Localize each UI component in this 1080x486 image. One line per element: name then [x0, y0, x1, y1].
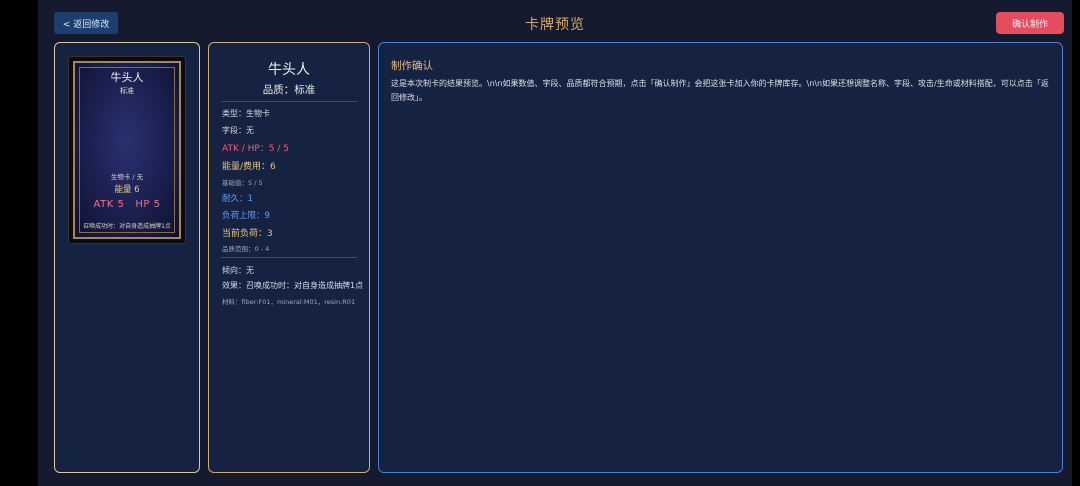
stats-type: 类型：生物卡	[222, 109, 270, 118]
card-type-line: 生物卡 / 无	[110, 173, 144, 181]
stats-quality-range: 品质范围：0 - 4	[222, 245, 270, 253]
stats-quality: 品质：标准	[262, 84, 316, 96]
confirm-description: 这是本次制卡的结果预览。\n\n如果数值、字段、品质都符合预期，点击「确认制作」…	[391, 79, 1049, 102]
stats-energy-cost: 能量/费用：6	[222, 162, 276, 172]
confirm-create-label: 确认制作	[1011, 19, 1048, 30]
stats-field: 字段：无	[222, 126, 254, 135]
card-atk-hp: ATK 5 HP 5	[93, 199, 161, 210]
card-quality: 标准	[120, 87, 134, 95]
stats-current-load: 当前负荷：3	[222, 229, 273, 239]
stats-effect: 效果：召唤成功时：对自身造成抽牌1点	[222, 281, 364, 290]
stats-materials: 材料：fiber:F01，mineral:M01，resin:R01	[222, 298, 356, 306]
card-name: 牛头人	[110, 71, 144, 84]
stats-divider-bottom	[221, 257, 357, 258]
stats-card-name: 牛头人	[268, 62, 310, 78]
confirm-create-button[interactable]: 确认制作	[996, 12, 1064, 34]
card-face: 牛头人 标准 生物卡 / 无 能量 6 ATK 5 HP 5 召唤成功时：对自身…	[73, 61, 181, 239]
stats-atk-hp: ATK / HP：5 / 5	[222, 144, 290, 154]
page-title: 卡牌预览	[525, 17, 585, 33]
card-energy: 能量 6	[114, 185, 140, 195]
card-stats-panel: 牛头人 品质：标准 类型：生物卡 字段：无 ATK / HP：5 / 5 能量/…	[208, 42, 370, 473]
stats-durability: 耐久：1	[222, 194, 253, 204]
card-preview-panel: 牛头人 标准 生物卡 / 无 能量 6 ATK 5 HP 5 召唤成功时：对自身…	[54, 42, 200, 473]
stats-base-value: 基础值：5 / 5	[222, 179, 263, 187]
stats-load-limit: 负荷上限：9	[222, 211, 270, 221]
card-effect: 召唤成功时：对自身造成抽牌1点	[83, 223, 171, 230]
app-window: < 返回修改 卡牌预览 确认制作 牛头人 标准 生物卡 / 无 能量 6 ATK…	[38, 0, 1072, 486]
stats-tendency: 倾向：无	[222, 266, 254, 275]
confirm-panel: 制作确认 这是本次制卡的结果预览。\n\n如果数值、字段、品质都符合预期，点击「…	[378, 42, 1063, 473]
card-frame: 牛头人 标准 生物卡 / 无 能量 6 ATK 5 HP 5 召唤成功时：对自身…	[68, 56, 186, 244]
stats-divider-top	[221, 101, 357, 102]
confirm-title: 制作确认	[391, 60, 433, 72]
